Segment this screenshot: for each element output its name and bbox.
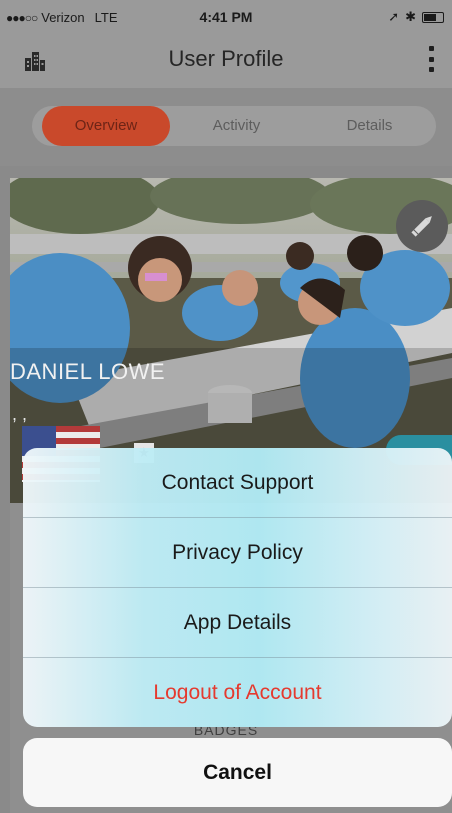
profile-name: DANIEL LOWE [10,359,166,384]
tabs-area: Overview Activity Details [0,88,452,166]
status-right: ➚ ✱ [388,9,444,25]
tab-overview[interactable]: Overview [42,106,170,146]
logout-button[interactable]: Logout of Account [23,657,452,727]
privacy-policy-button[interactable]: Privacy Policy [23,517,452,587]
action-sheet: Contact Support Privacy Policy App Detai… [23,448,452,727]
contact-support-button[interactable]: Contact Support [23,448,452,517]
menu-dot [428,46,434,51]
bluetooth-icon: ✱ [405,9,416,24]
navigation-bar: User Profile [0,34,452,89]
page-title: User Profile [168,46,284,71]
menu-dot [428,67,434,72]
battery-icon [422,11,444,23]
edit-profile-button[interactable] [396,200,448,252]
vertical-menu-icon[interactable] [426,46,436,72]
status-time: 4:41 PM [199,9,253,25]
app-details-button[interactable]: App Details [23,587,452,657]
tab-details[interactable]: Details [303,106,436,146]
location-arrow-icon: ➚ [388,9,400,24]
cancel-button[interactable]: Cancel [23,738,452,807]
segmented-tabs: Overview Activity Details [32,106,436,146]
menu-dot [428,56,434,62]
profile-quote: , , [12,404,28,424]
pencil-icon [411,216,432,237]
tab-activity[interactable]: Activity [170,106,303,146]
screen: ●●●○○ Verizon LTE 4:41 PM ➚ ✱ User Profi… [0,0,452,813]
status-bar: ●●●○○ Verizon LTE 4:41 PM ➚ ✱ [0,0,452,34]
